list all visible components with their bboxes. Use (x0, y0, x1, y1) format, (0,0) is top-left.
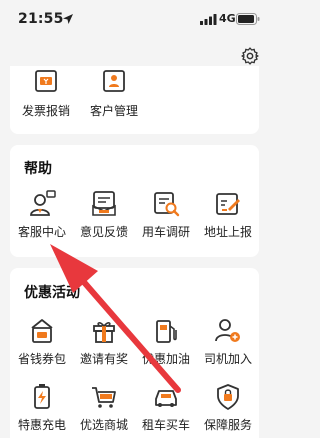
tile-label: 客户管理 (89, 104, 138, 118)
tile-coupon-pack[interactable]: 省钱券包 (12, 316, 72, 367)
tile-label: 用车调研 (141, 225, 190, 239)
tile-label: 省钱券包 (17, 352, 66, 366)
tools-card: 发票报销 客户管理 (10, 66, 259, 134)
tile-address-report[interactable]: 地址上报 (198, 189, 258, 240)
address-report-icon (216, 193, 240, 215)
tile-customer-service[interactable]: 客服中心 (12, 189, 72, 240)
battery-icon (236, 13, 260, 25)
tile-label: 意见反馈 (79, 225, 128, 239)
car-rental-icon (155, 390, 177, 407)
status-time: 21:55 (18, 11, 64, 27)
promo-section-title: 优惠活动 (24, 285, 80, 301)
charging-icon (34, 384, 50, 409)
tile-car-rental[interactable]: 租车买车 (136, 382, 196, 433)
mall-icon (92, 387, 116, 408)
customer-management-icon (103, 70, 125, 92)
invite-reward-icon (93, 322, 115, 343)
tile-label: 邀请有奖 (79, 352, 128, 366)
feedback-icon (92, 191, 116, 216)
protection-service-icon (217, 384, 239, 410)
tile-charging[interactable]: 特惠充电 (12, 382, 72, 433)
help-section-title: 帮助 (24, 161, 52, 177)
invoice-icon (35, 70, 57, 92)
tile-label: 司机加入 (203, 352, 252, 366)
gear-icon[interactable] (240, 46, 260, 66)
help-card: 帮助 客服中心 意见反馈 用车调研 地址上报 (10, 145, 259, 257)
tile-label: 客服中心 (17, 225, 66, 239)
status-bar: 21:55 4G (0, 0, 270, 40)
tile-customer-management[interactable]: 客户管理 (84, 68, 144, 119)
tile-label: 优惠加油 (141, 352, 190, 366)
location-arrow-icon (63, 14, 73, 24)
tile-label: 特惠充电 (17, 418, 66, 432)
driver-join-icon (215, 319, 240, 342)
tile-invoice[interactable]: 发票报销 (16, 68, 76, 119)
tile-label: 地址上报 (203, 225, 252, 239)
signal-icon (200, 14, 217, 25)
fuel-discount-icon (156, 320, 177, 343)
tile-invite-reward[interactable]: 邀请有奖 (74, 316, 134, 367)
tile-driver-join[interactable]: 司机加入 (198, 316, 258, 367)
tile-feedback[interactable]: 意见反馈 (74, 189, 134, 240)
tile-label: 优选商城 (79, 418, 128, 432)
tile-survey[interactable]: 用车调研 (136, 189, 196, 240)
tile-protection-service[interactable]: 保障服务 (198, 382, 258, 433)
tile-label: 发票报销 (21, 104, 70, 118)
tile-label: 租车买车 (141, 418, 190, 432)
promo-card: 优惠活动 省钱券包 邀请有奖 优惠加油 司机加入 特惠充电 优选商城 租车买车 … (10, 268, 259, 438)
coupon-pack-icon (31, 319, 53, 343)
customer-service-icon (30, 190, 56, 216)
network-type: 4G (219, 12, 236, 25)
tile-fuel-discount[interactable]: 优惠加油 (136, 316, 196, 367)
tile-label: 保障服务 (203, 418, 252, 432)
survey-icon (154, 192, 180, 217)
tile-mall[interactable]: 优选商城 (74, 382, 134, 433)
